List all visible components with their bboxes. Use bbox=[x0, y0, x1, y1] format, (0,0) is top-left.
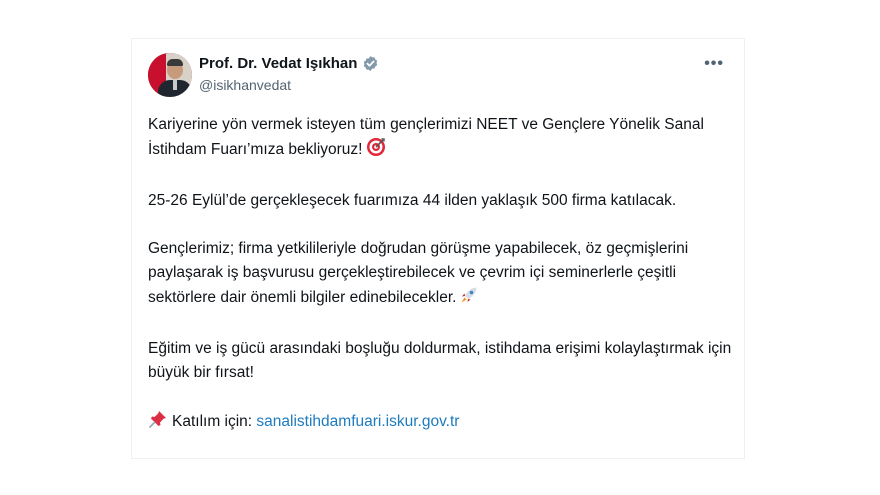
author-handle[interactable]: @isikhanvedat bbox=[199, 77, 291, 93]
rocket-icon bbox=[459, 285, 479, 313]
tweet-paragraph-2: 25-26 Eylül’de gerçekleşecek fuarımıza 4… bbox=[148, 192, 677, 209]
participation-label: Katılım için: bbox=[172, 413, 253, 430]
author-display-name[interactable]: Prof. Dr. Vedat Işıkhan bbox=[199, 55, 357, 72]
tweet-paragraph-1-text: Kariyerine yön vermek isteyen tüm gençle… bbox=[148, 116, 704, 158]
tweet-text: Kariyerine yön vermek isteyen tüm gençle… bbox=[148, 113, 738, 437]
verified-badge-icon bbox=[362, 55, 379, 72]
tweet-paragraph-5: Katılım için: sanalistihdamfuari.iskur.g… bbox=[148, 409, 738, 437]
avatar[interactable] bbox=[148, 53, 192, 97]
tweet-paragraph-3: Gençlerimiz; firma yetkilileriyle doğrud… bbox=[148, 237, 738, 313]
tweet-card: Prof. Dr. Vedat Işıkhan @isikhanvedat ••… bbox=[131, 38, 745, 459]
pushpin-icon bbox=[148, 409, 168, 437]
fair-website-link[interactable]: sanalistihdamfuari.iskur.gov.tr bbox=[256, 413, 459, 430]
target-icon bbox=[366, 137, 386, 165]
tweet-paragraph-3-text: Gençlerimiz; firma yetkilileriyle doğrud… bbox=[148, 240, 689, 306]
more-options-icon[interactable]: ••• bbox=[704, 55, 724, 73]
author-name-row: Prof. Dr. Vedat Işıkhan bbox=[199, 55, 379, 72]
tweet-paragraph-4: Eğitim ve iş gücü arasındaki boşluğu dol… bbox=[148, 340, 732, 381]
tweet-paragraph-1: Kariyerine yön vermek isteyen tüm gençle… bbox=[148, 113, 738, 165]
